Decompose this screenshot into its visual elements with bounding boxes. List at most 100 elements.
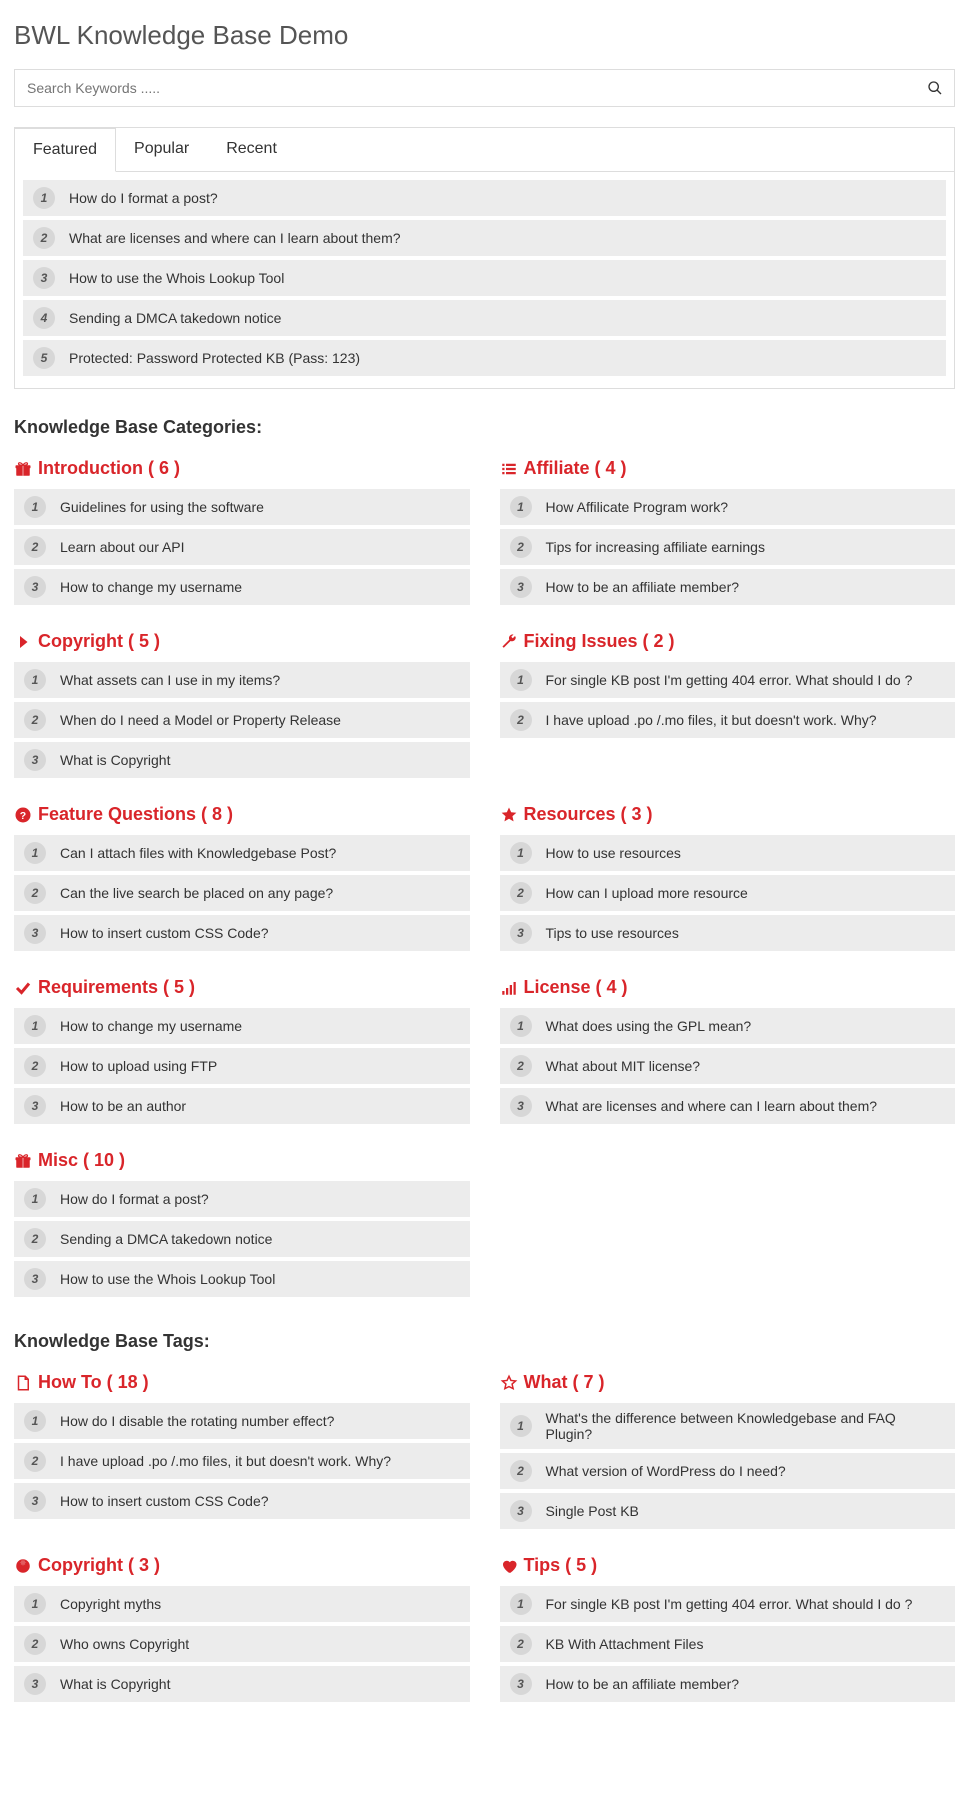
category-item[interactable]: 1What assets can I use in my items? xyxy=(14,662,470,698)
categories-grid: Introduction ( 6 ) 1Guidelines for using … xyxy=(14,458,955,1323)
category-item[interactable]: 2Sending a DMCA takedown notice xyxy=(14,1221,470,1257)
category-item[interactable]: 2How to upload using FTP xyxy=(14,1048,470,1084)
category-item[interactable]: 2Can the live search be placed on any pa… xyxy=(14,875,470,911)
tag-title[interactable]: How To ( 18 ) xyxy=(14,1372,470,1393)
item-label: Tips for increasing affiliate earnings xyxy=(546,539,765,555)
item-number: 2 xyxy=(24,1055,46,1077)
category-item[interactable]: 2What about MIT license? xyxy=(500,1048,956,1084)
signal-icon xyxy=(500,979,518,997)
category-title[interactable]: Introduction ( 6 ) xyxy=(14,458,470,479)
category-item[interactable]: 3How to change my username xyxy=(14,569,470,605)
tag-title-label: What ( 7 ) xyxy=(524,1372,605,1393)
category-item[interactable]: 2I have upload .po /.mo files, it but do… xyxy=(500,702,956,738)
category-item[interactable]: 1How Affilicate Program work? xyxy=(500,489,956,525)
tab-popular[interactable]: Popular xyxy=(116,128,208,171)
tag-title[interactable]: Tips ( 5 ) xyxy=(500,1555,956,1576)
section-tags-heading: Knowledge Base Tags: xyxy=(14,1331,955,1352)
chevron-icon xyxy=(14,633,32,651)
featured-item[interactable]: 1 How do I format a post? xyxy=(23,180,946,216)
category-item[interactable]: 3Tips to use resources xyxy=(500,915,956,951)
item-number: 3 xyxy=(33,267,55,289)
category-item[interactable]: 3What are licenses and where can I learn… xyxy=(500,1088,956,1124)
item-number: 1 xyxy=(24,1015,46,1037)
item-number: 2 xyxy=(24,1228,46,1250)
tag-item[interactable]: 2I have upload .po /.mo files, it but do… xyxy=(14,1443,470,1479)
star-icon xyxy=(500,806,518,824)
category-title[interactable]: License ( 4 ) xyxy=(500,977,956,998)
featured-item[interactable]: 2What are licenses and where can I learn… xyxy=(23,220,946,256)
category-title[interactable]: Fixing Issues ( 2 ) xyxy=(500,631,956,652)
category-item[interactable]: 1How to change my username xyxy=(14,1008,470,1044)
category-list: 1For single KB post I'm getting 404 erro… xyxy=(500,662,956,738)
category-item[interactable]: 2Tips for increasing affiliate earnings xyxy=(500,529,956,565)
category-item[interactable]: 3How to insert custom CSS Code? xyxy=(14,915,470,951)
search-icon[interactable] xyxy=(927,80,943,96)
tag-title[interactable]: Copyright ( 3 ) xyxy=(14,1555,470,1576)
category-title-label: Introduction ( 6 ) xyxy=(38,458,180,479)
category-block: Misc ( 10 ) 1 How do I format a post? 2Send… xyxy=(14,1150,470,1301)
item-number: 1 xyxy=(510,669,532,691)
item-number: 1 xyxy=(33,187,55,209)
tag-item[interactable]: 1Copyright myths xyxy=(14,1586,470,1622)
tag-item[interactable]: 2What version of WordPress do I need? xyxy=(500,1453,956,1489)
star-out-icon xyxy=(500,1374,518,1392)
tag-item[interactable]: 1How do I disable the rotating number ef… xyxy=(14,1403,470,1439)
category-item[interactable]: 3How to be an author xyxy=(14,1088,470,1124)
category-item[interactable]: 3How to use the Whois Lookup Tool xyxy=(14,1261,470,1297)
item-number: 2 xyxy=(510,1633,532,1655)
category-list: 1What does using the GPL mean? 2What abou… xyxy=(500,1008,956,1124)
category-item[interactable]: 1For single KB post I'm getting 404 erro… xyxy=(500,662,956,698)
search-input[interactable] xyxy=(14,69,955,107)
tag-block: How To ( 18 ) 1How do I disable the rotat… xyxy=(14,1372,470,1533)
category-block: Introduction ( 6 ) 1Guidelines for using … xyxy=(14,458,470,609)
category-item[interactable]: 2How can I upload more resource xyxy=(500,875,956,911)
tag-item[interactable]: 1For single KB post I'm getting 404 erro… xyxy=(500,1586,956,1622)
category-title-label: Requirements ( 5 ) xyxy=(38,977,195,998)
featured-item[interactable]: 4Sending a DMCA takedown notice xyxy=(23,300,946,336)
category-title[interactable]: Affiliate ( 4 ) xyxy=(500,458,956,479)
tag-item[interactable]: 3How to be an affiliate member? xyxy=(500,1666,956,1702)
category-item[interactable]: 1Guidelines for using the software xyxy=(14,489,470,525)
category-title[interactable]: ?Feature Questions ( 8 ) xyxy=(14,804,470,825)
tag-title[interactable]: What ( 7 ) xyxy=(500,1372,956,1393)
category-item[interactable]: 2When do I need a Model or Property Rele… xyxy=(14,702,470,738)
category-item[interactable]: 1Can I attach files with Knowledgebase P… xyxy=(14,835,470,871)
category-list: 1How to use resources 2How can I upload m… xyxy=(500,835,956,951)
category-item[interactable]: 1How to use resources xyxy=(500,835,956,871)
item-label: How do I format a post? xyxy=(69,190,218,206)
item-number: 3 xyxy=(510,1500,532,1522)
category-list: 1Guidelines for using the software 2Learn… xyxy=(14,489,470,605)
tab-featured[interactable]: Featured xyxy=(15,128,116,172)
item-number: 1 xyxy=(510,1415,532,1437)
tag-item[interactable]: 3How to insert custom CSS Code? xyxy=(14,1483,470,1519)
item-label: How to insert custom CSS Code? xyxy=(60,1493,269,1509)
item-label: How do I format a post? xyxy=(60,1191,209,1207)
category-item[interactable]: 2Learn about our API xyxy=(14,529,470,565)
tag-item[interactable]: 3Single Post KB xyxy=(500,1493,956,1529)
tabs: Featured Popular Recent xyxy=(15,128,954,172)
category-title[interactable]: Requirements ( 5 ) xyxy=(14,977,470,998)
item-number: 3 xyxy=(510,922,532,944)
item-number: 1 xyxy=(24,1188,46,1210)
category-item[interactable]: 3What is Copyright xyxy=(14,742,470,778)
item-number: 3 xyxy=(24,749,46,771)
help-icon: ? xyxy=(14,806,32,824)
category-item[interactable]: 1What does using the GPL mean? xyxy=(500,1008,956,1044)
category-title[interactable]: Resources ( 3 ) xyxy=(500,804,956,825)
tab-recent[interactable]: Recent xyxy=(208,128,296,171)
category-block: Affiliate ( 4 ) 1How Affilicate Program w… xyxy=(500,458,956,609)
gift-icon xyxy=(14,460,32,478)
tag-item[interactable]: 2Who owns Copyright xyxy=(14,1626,470,1662)
category-item[interactable]: 3How to be an affiliate member? xyxy=(500,569,956,605)
featured-item[interactable]: 3How to use the Whois Lookup Tool xyxy=(23,260,946,296)
tag-item[interactable]: 1What's the difference between Knowledge… xyxy=(500,1403,956,1449)
category-item[interactable]: 1 How do I format a post? xyxy=(14,1181,470,1217)
item-label: Can I attach files with Knowledgebase Po… xyxy=(60,845,336,861)
category-title[interactable]: Copyright ( 5 ) xyxy=(14,631,470,652)
tag-item[interactable]: 2KB With Attachment Files xyxy=(500,1626,956,1662)
heart-icon xyxy=(500,1557,518,1575)
category-title[interactable]: Misc ( 10 ) xyxy=(14,1150,470,1171)
item-label: What is Copyright xyxy=(60,1676,170,1692)
featured-item[interactable]: 5Protected: Password Protected KB (Pass:… xyxy=(23,340,946,376)
tag-item[interactable]: 3What is Copyright xyxy=(14,1666,470,1702)
